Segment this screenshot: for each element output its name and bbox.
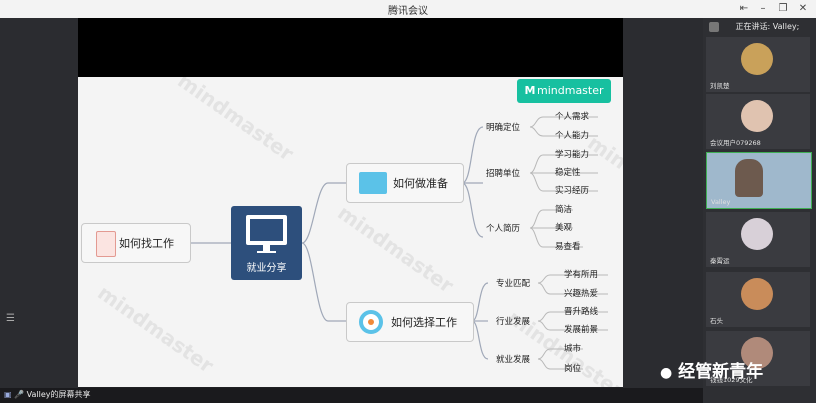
participant-tile[interactable]: 会议用户079268 — [706, 94, 810, 149]
subnode-label: 专业匹配 — [496, 279, 531, 289]
share-label: Valley的屏幕共享 — [26, 390, 91, 399]
center-node[interactable]: 就业分享 — [231, 206, 302, 280]
mindmap-canvas: mindmaster mindmaster mindmaster mindmas… — [78, 77, 623, 387]
video-letterbox — [78, 18, 623, 77]
speaking-indicator: 正在讲话: Valley; — [703, 18, 816, 36]
brand-watermark-text: 经管新青年 — [678, 362, 764, 382]
title-bar: 腾讯会议 ⇤ – ❐ ✕ — [0, 0, 816, 19]
participant-tile[interactable]: 秦霄运 — [706, 212, 810, 267]
speaking-label: 正在讲话: Valley; — [735, 22, 800, 31]
right-strip — [623, 18, 703, 390]
subnode-label: 就业发展 — [496, 355, 531, 365]
share-bar: ▣ 🎤 Valley的屏幕共享 — [0, 388, 703, 403]
participant-name: Valley — [711, 198, 731, 206]
center-node-label: 就业分享 — [246, 263, 287, 274]
mic-icon: 🎤 — [14, 390, 25, 399]
share-indicator: ▣ 🎤 Valley的屏幕共享 — [4, 389, 90, 400]
participant-name: 会议用户079268 — [710, 139, 761, 147]
leaf-label: 实习经历 — [555, 186, 590, 196]
leaf-label: 易查看 — [555, 242, 581, 252]
leaf-label: 个人需求 — [555, 112, 590, 122]
leaf-label: 稳定性 — [555, 168, 581, 178]
participant-tile[interactable]: 刘凯楚 — [706, 37, 810, 92]
leaf-label: 岗位 — [564, 364, 582, 374]
speaker-avatar-icon — [709, 21, 719, 32]
minimize-icon[interactable]: – — [754, 1, 772, 17]
node-choose[interactable]: 如何选择工作 — [346, 302, 474, 342]
leaf-label: 美观 — [555, 223, 573, 233]
node-find-job[interactable]: 如何找工作 — [81, 223, 191, 263]
node-prepare-label: 如何做准备 — [393, 177, 448, 190]
subnode-label: 行业发展 — [496, 317, 531, 327]
menu-icon[interactable]: ☰ — [6, 313, 16, 324]
subnode-label: 个人简历 — [486, 224, 521, 234]
leaf-label: 兴趣热爱 — [564, 289, 599, 299]
leaf-label: 城市 — [564, 344, 582, 354]
avatar — [741, 43, 773, 75]
wechat-icon: ● — [660, 365, 673, 381]
avatar — [741, 100, 773, 132]
node-choose-label: 如何选择工作 — [391, 316, 457, 329]
window-title: 腾讯会议 — [388, 6, 428, 17]
screen-share-icon: ▣ — [4, 390, 12, 399]
leaf-label: 简洁 — [555, 205, 573, 215]
leaf-label: 发展前景 — [564, 325, 599, 335]
left-strip — [0, 18, 78, 390]
pin-icon[interactable]: ⇤ — [735, 1, 753, 17]
subnode-label: 招聘单位 — [486, 169, 521, 179]
brand-watermark: ● 经管新青年 — [660, 357, 763, 382]
node-find-job-label: 如何找工作 — [119, 237, 174, 250]
video-feed — [735, 159, 763, 197]
avatar — [741, 278, 773, 310]
participant-name: 石头 — [710, 317, 723, 325]
participant-name: 刘凯楚 — [710, 82, 730, 90]
node-prepare[interactable]: 如何做准备 — [346, 163, 464, 203]
close-icon[interactable]: ✕ — [794, 1, 812, 17]
leaf-label: 学有所用 — [564, 270, 599, 280]
participant-tile[interactable]: 石头 — [706, 272, 810, 327]
folder-icon — [359, 172, 387, 194]
avatar — [741, 218, 773, 250]
leaf-label: 个人能力 — [555, 131, 590, 141]
participant-tile-active[interactable]: Valley — [706, 152, 812, 209]
leaf-label: 晋升路线 — [564, 307, 599, 317]
restore-icon[interactable]: ❐ — [774, 1, 792, 17]
clipboard-icon — [96, 231, 116, 257]
participant-name: 秦霄运 — [710, 257, 730, 265]
leaf-label: 学习能力 — [555, 150, 590, 160]
target-center-icon — [368, 319, 374, 325]
subnode-label: 明确定位 — [486, 123, 521, 133]
